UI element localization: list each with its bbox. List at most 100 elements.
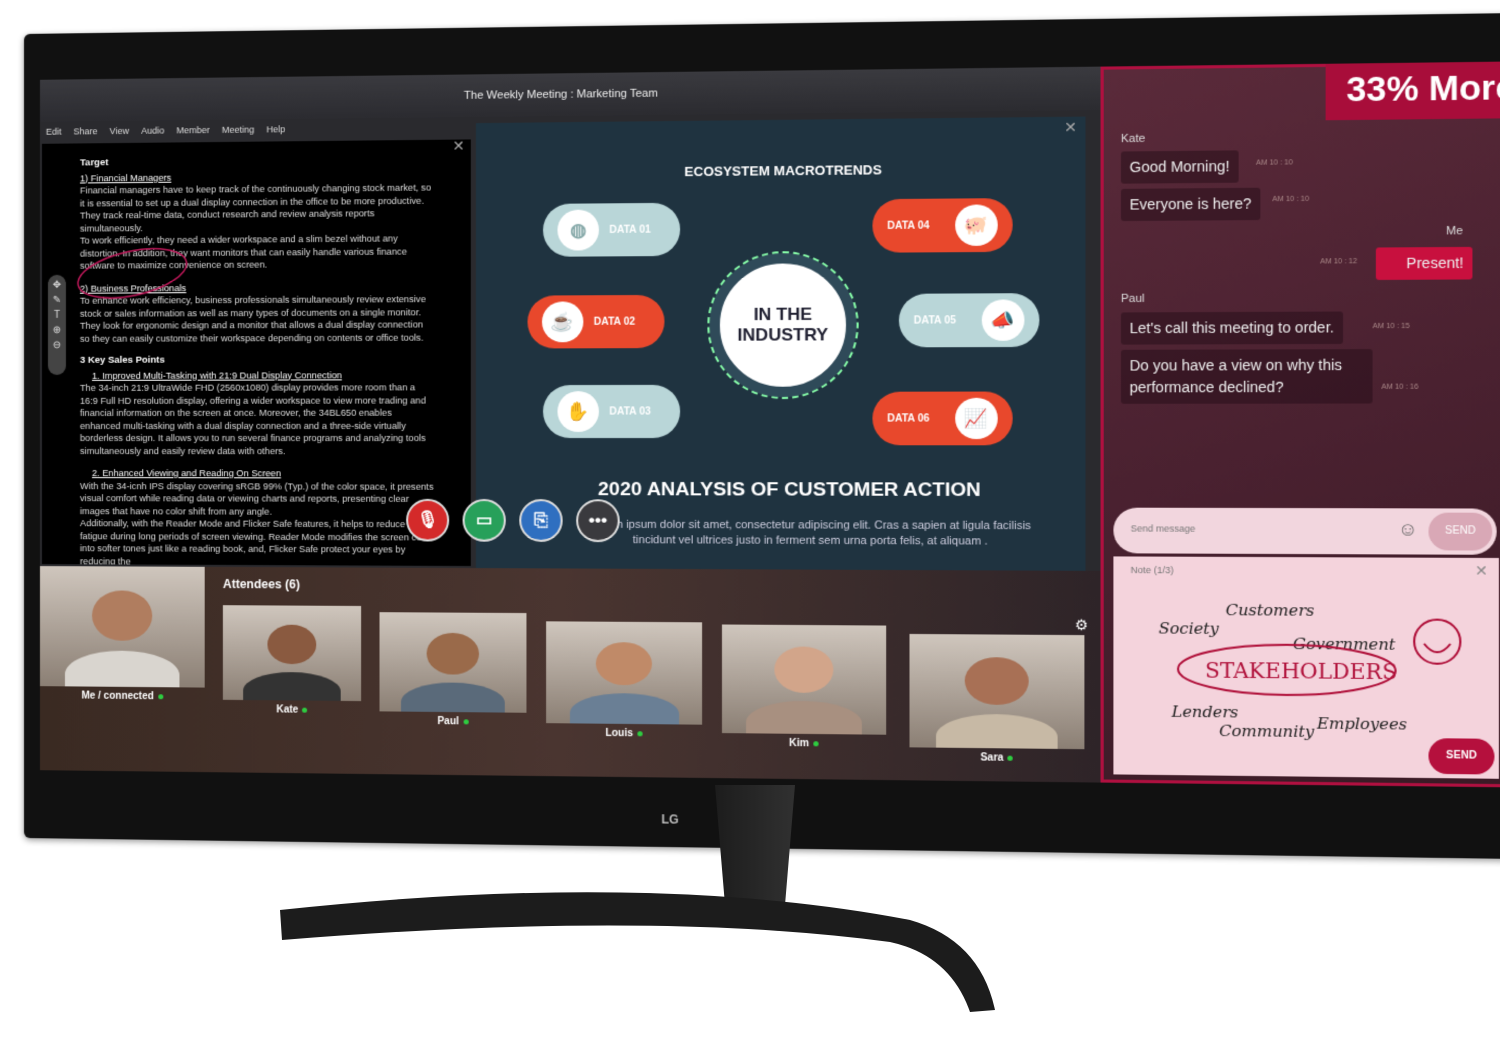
attendee-name: Kim [722,737,886,750]
chat-message: Good Morning! [1120,150,1239,184]
chat-message: Let's call this meeting to order. [1120,311,1343,345]
message-input-placeholder: Send message [1130,523,1196,534]
share-screen-icon: ⎘ [533,510,548,530]
attendees-strip: Attendees (6) ⚙ Me / connected Kate Paul… [39,566,1101,783]
attendee-name: Paul [380,715,527,728]
call-controls: 🎙 ▭ ⎘ ••• [406,498,620,543]
note-word: Government [1293,634,1397,654]
handshake-icon: ✋ [557,391,599,432]
chat-sender: Kate [1120,132,1146,146]
attendee-video-kate[interactable] [222,605,362,702]
zoom-in-icon[interactable]: ⊕ [53,325,61,336]
megaphone-icon: 📣 [981,299,1025,341]
attendee-name: Kate [223,704,361,716]
doc-section-title: 3 Key Sales Points [79,354,165,366]
note-word: Society [1159,619,1220,638]
menu-view[interactable]: View [110,126,129,136]
microphone-icon: 🎙 [416,510,439,530]
doc-paragraph: The 34-inch 21:9 UltraWide FHD (2560x108… [79,382,426,456]
smiley-icon [1414,620,1460,664]
message-input[interactable]: Send message ☺ SEND [1113,507,1497,555]
attendee-name: Louis [546,727,702,740]
video-button[interactable]: ▭ [462,498,506,542]
attendee-video-kim[interactable] [721,624,887,735]
move-icon[interactable]: ✥ [53,280,61,291]
attendee-video-paul[interactable] [379,612,527,713]
note-panel: Note (1/3) ✕ Customers Society Governmen… [1113,556,1499,779]
promo-badge: 33% More [1325,61,1500,121]
pen-icon[interactable]: ✎ [53,295,61,306]
chat-sender: Me [1446,224,1463,238]
note-word: Customers [1226,601,1315,620]
monitor-stand-base [280,892,995,1012]
share-screen-button[interactable]: ⎘ [519,499,563,542]
menu-meeting[interactable]: Meeting [222,125,254,135]
send-note-button[interactable]: SEND [1428,738,1495,775]
attendee-name: Sara [909,751,1084,764]
zoom-out-icon[interactable]: ⊖ [53,340,61,351]
menu-member[interactable]: Member [176,125,209,135]
globe-icon: ◍ [557,209,599,251]
attendee-name: Me / connected [40,690,205,703]
menu-help[interactable]: Help [266,124,285,134]
online-status-icon [1007,755,1014,761]
doc-paragraph: Additionally, with the Reader Mode and F… [79,518,433,566]
chat-timestamp: AM 10 : 10 [1255,159,1293,167]
menu-edit[interactable]: Edit [46,127,62,137]
attendees-title: Attendees (6) [222,576,300,592]
doc-paragraph: Financial managers have to keep track of… [79,182,431,234]
online-status-icon [463,719,469,725]
chat-message: Everyone is here? [1120,187,1261,222]
note-word: STAKEHOLDERS [1205,658,1397,685]
more-button[interactable]: ••• [576,499,620,543]
doc-heading: Target [79,157,109,169]
note-word: Community [1219,721,1315,741]
gear-icon[interactable]: ⚙ [1075,616,1088,634]
chat-message-own: Present! [1375,246,1473,280]
close-icon[interactable]: ✕ [453,139,465,153]
doc-section-title: 1) Financial Managers [79,172,172,184]
monitor-bezel: The Weekly Meeting : Marketing Team Edit… [24,12,1500,860]
data-item-02: ☕ DATA 02 [527,294,665,349]
chat-timestamp: AM 10 : 12 [1320,258,1358,266]
chat-sender: Paul [1120,292,1145,306]
monitor-screen: The Weekly Meeting : Marketing Team Edit… [39,61,1500,788]
data-item-03: ✋ DATA 03 [543,384,681,439]
slide-title: ECOSYSTEM MACROTRENDS [684,162,882,180]
emoji-icon[interactable]: ☺ [1398,519,1418,541]
menu-audio[interactable]: Audio [141,125,164,135]
data-item-01: ◍ DATA 01 [543,202,681,257]
data-item-05: 📣 DATA 05 [898,293,1040,348]
annotation-circle-icon [72,242,274,303]
analysis-text: Lorem ipsum dolor sit amet, consectetur … [590,518,1031,548]
doc-subsection-title: 1. Improved Multi-Tasking with 21:9 Dual… [91,369,342,381]
send-message-button[interactable]: SEND [1428,512,1493,551]
chart-up-icon: 📈 [955,397,998,440]
chat-timestamp: AM 10 : 15 [1372,322,1410,331]
text-icon[interactable]: T [54,310,60,321]
data-item-06: 📈 DATA 06 [872,391,1013,446]
annotation-toolbar: ✥ ✎ T ⊕ ⊖ [47,274,66,375]
attendee-video-me[interactable] [39,566,205,688]
online-status-icon [637,731,643,737]
close-icon[interactable]: ✕ [1064,119,1077,137]
brand-logo: LG [661,812,679,827]
attendee-video-sara[interactable] [909,633,1085,750]
microphone-button[interactable]: 🎙 [406,498,450,542]
doc-subsection-title: 2. Enhanced Viewing and Reading On Scree… [91,468,281,479]
attendee-video-louis[interactable] [546,621,703,725]
online-status-icon [813,741,819,747]
slide-center-circle: IN THE INDUSTRY [707,250,859,400]
online-status-icon [302,707,308,713]
menu-share[interactable]: Share [73,126,97,136]
online-status-icon [157,694,163,700]
more-icon: ••• [588,510,608,530]
piggy-bank-icon: 🐖 [955,204,998,247]
chat-message: Do you have a view on why this performan… [1120,349,1373,404]
video-icon: ▭ [475,510,493,530]
doc-paragraph: With the 34-icnh IPS display covering sR… [79,480,434,517]
data-item-04: 🐖 DATA 04 [872,198,1013,253]
chat-timestamp: AM 10 : 16 [1381,383,1419,391]
note-word: Employees [1316,714,1408,734]
coffee-icon: ☕ [541,301,584,343]
